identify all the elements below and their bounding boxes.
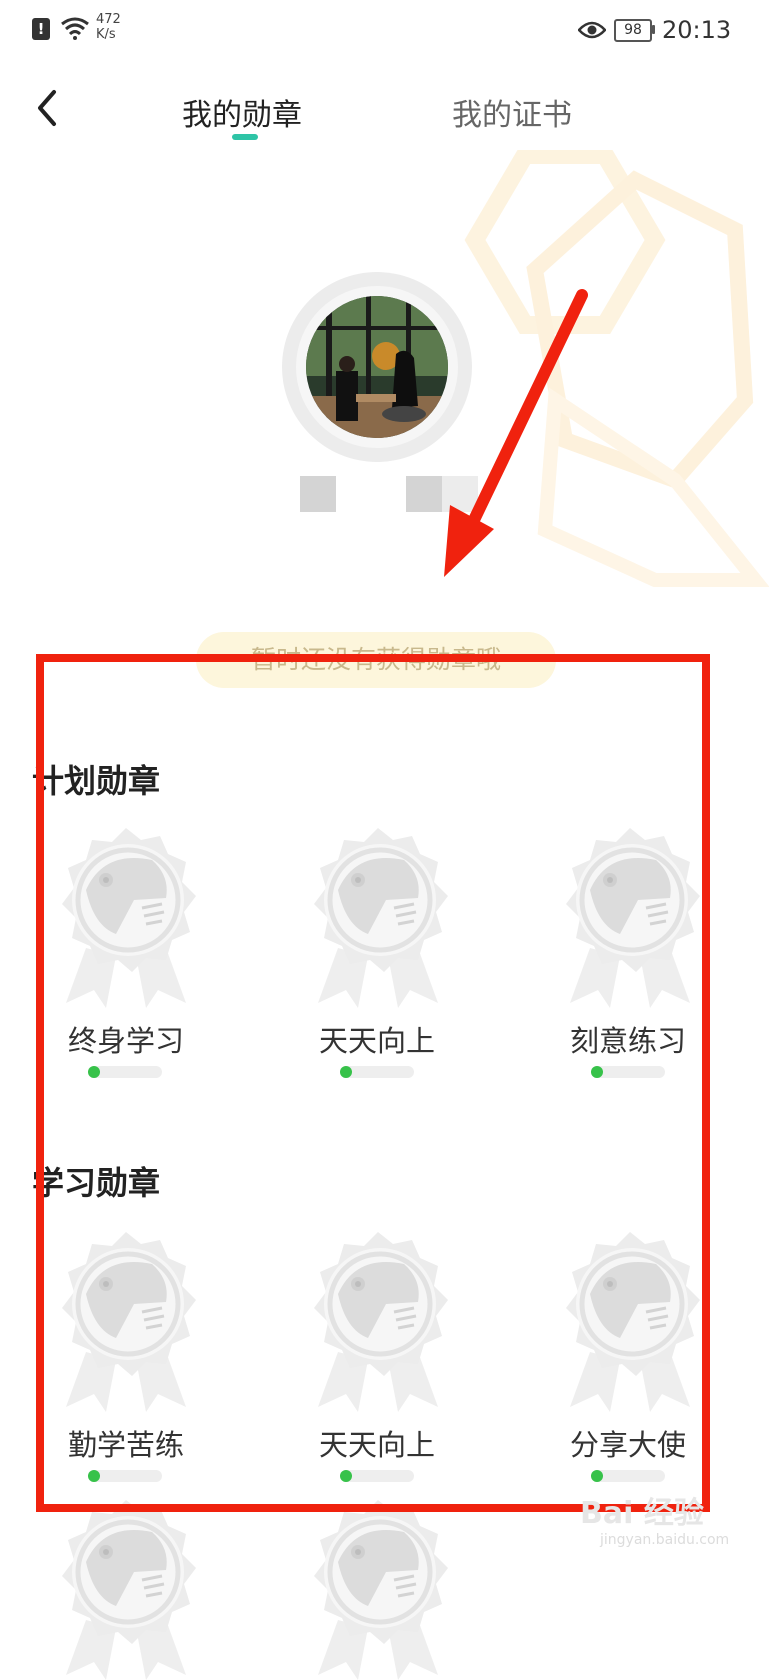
speed-value: 472 xyxy=(96,12,121,27)
badge-partial[interactable] xyxy=(298,1500,458,1680)
badge-partial[interactable] xyxy=(46,1500,206,1680)
annotation-arrow xyxy=(444,289,588,577)
tab-my-certificates[interactable]: 我的证书 xyxy=(452,90,572,134)
back-icon[interactable] xyxy=(34,88,64,128)
status-bar: ! 472 K/s 98 20:13 xyxy=(0,0,769,64)
alert-icon: ! xyxy=(32,18,50,40)
eye-icon xyxy=(578,21,606,39)
network-speed: 472 K/s xyxy=(96,12,121,42)
speed-unit: K/s xyxy=(96,27,116,42)
username-redacted xyxy=(300,476,336,512)
clock: 20:13 xyxy=(662,16,732,44)
wifi-icon xyxy=(61,17,89,40)
avatar[interactable] xyxy=(306,296,448,438)
tab-active-indicator xyxy=(232,134,258,140)
watermark-logo: Bai 经验 xyxy=(580,1496,704,1531)
watermark-url: jingyan.baidu.com xyxy=(600,1532,730,1548)
battery-tip xyxy=(652,25,655,34)
annotation-frame xyxy=(36,654,710,1512)
battery-icon: 98 xyxy=(614,19,652,42)
tab-my-badges[interactable]: 我的勋章 xyxy=(182,90,302,134)
